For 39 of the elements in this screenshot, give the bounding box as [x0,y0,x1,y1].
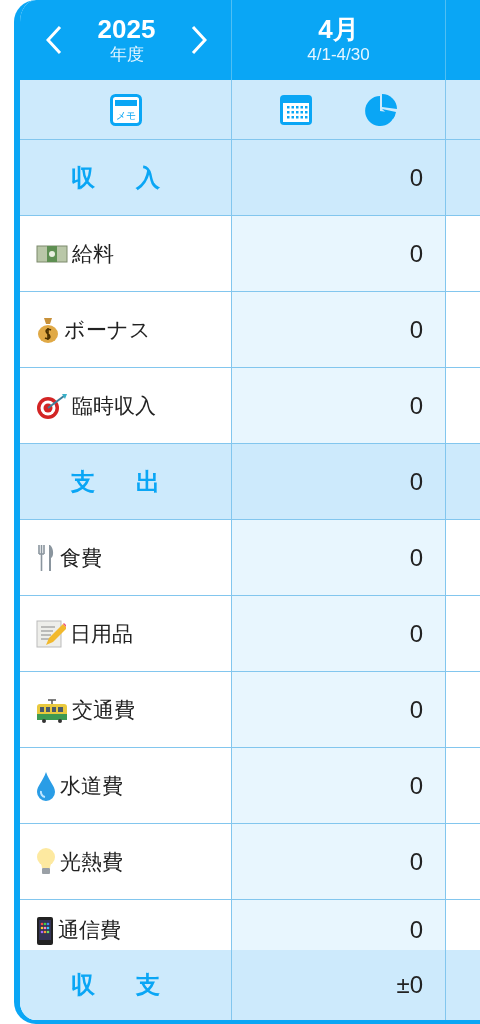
chevron-right-icon [191,25,207,55]
category-label[interactable]: 水道費 [60,771,123,800]
category-label[interactable]: 通信費 [58,916,121,944]
chevron-left-icon [46,25,62,55]
amount-value: 0 [409,916,423,944]
section-heading: 支 出 [71,466,160,497]
memo-pencil-icon [36,618,66,649]
month-title: 4月 [318,14,359,44]
water-drop-icon [36,770,56,801]
category-label[interactable]: 日用品 [70,619,133,648]
category-label[interactable]: ボーナス [64,315,151,344]
category-label[interactable]: 給料 [72,239,114,268]
amount-value: 0 [409,315,423,344]
calendar-icon[interactable] [278,93,313,126]
light-bulb-icon [36,846,56,877]
year-title: 2025 [97,14,156,44]
money-bag-icon [36,315,60,344]
amount-value: 0 [409,467,423,496]
pie-chart-icon[interactable] [362,92,399,127]
category-label[interactable]: 交通費 [72,695,135,724]
category-label[interactable]: 食費 [60,543,102,572]
category-label[interactable]: 光熱費 [60,847,123,876]
mobile-phone-icon [36,916,54,946]
target-icon [36,391,68,420]
amount-value: 0 [409,619,423,648]
section-heading: 収 入 [71,162,160,193]
amount-value: 0 [409,847,423,876]
amount-value: 0 [409,391,423,420]
date-range: 4/1-4/30 [307,44,370,66]
amount-value: ±0 [396,971,423,999]
category-label[interactable]: 臨時収入 [72,391,156,420]
amount-value: 0 [409,771,423,800]
amount-value: 0 [409,543,423,572]
year-caption: 年度 [109,44,144,66]
fork-knife-icon [36,542,56,573]
amount-value: 0 [409,163,423,192]
amount-value: 0 [409,239,423,268]
balance-heading: 収 支 [71,970,160,1000]
amount-value: 0 [409,695,423,724]
